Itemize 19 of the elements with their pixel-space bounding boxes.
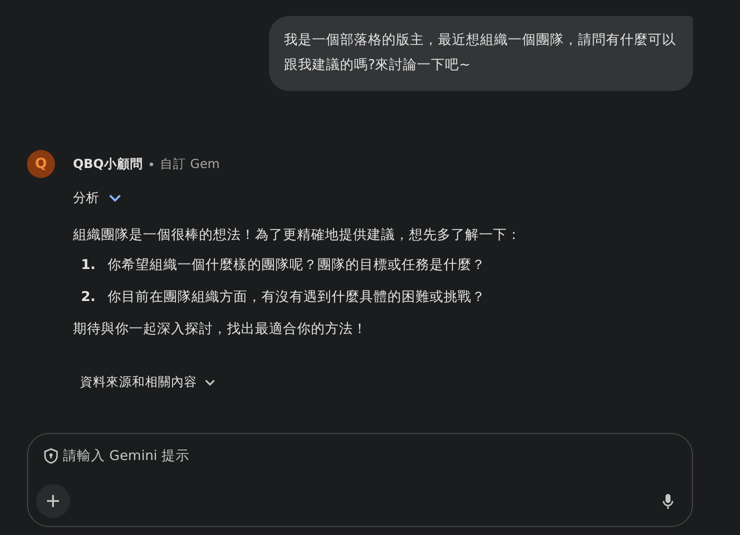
prompt-input[interactable]: 請輸入 Gemini 提示 [63, 448, 463, 464]
add-button[interactable] [36, 484, 70, 518]
assistant-subtitle: 自訂 Gem [160, 156, 220, 172]
sources-toggle[interactable]: 資料來源和相關內容 [73, 374, 215, 391]
avatar: Q [27, 150, 55, 178]
plus-icon [46, 494, 60, 508]
user-message: 我是一個部落格的版主，最近想組織一個團隊，請問有什麼可以跟我建議的嗎?來討論一下吧~ [269, 16, 693, 91]
separator-dot: • [148, 156, 156, 172]
shield-icon [44, 448, 58, 464]
list-item-text: 你目前在團隊組織方面，有沒有遇到什麼具體的困難或挑戰？ [108, 288, 486, 307]
list-number: 2. [81, 288, 96, 307]
closing-text: 期待與你一起深入探討，找出最適合你的方法！ [73, 320, 368, 339]
chevron-down-icon [205, 379, 215, 386]
list-item-text: 你希望組織一個什麼樣的團隊呢？團隊的目標或任務是什麼？ [108, 256, 486, 275]
microphone-icon [662, 492, 674, 510]
list-number: 1. [81, 256, 96, 275]
assistant-name: QBQ小顧問 [73, 156, 143, 172]
analysis-toggle[interactable]: 分析 [73, 189, 121, 207]
intro-text: 組織團隊是一個很棒的想法！為了更精確地提供建議，想先多了解一下： [73, 226, 522, 245]
